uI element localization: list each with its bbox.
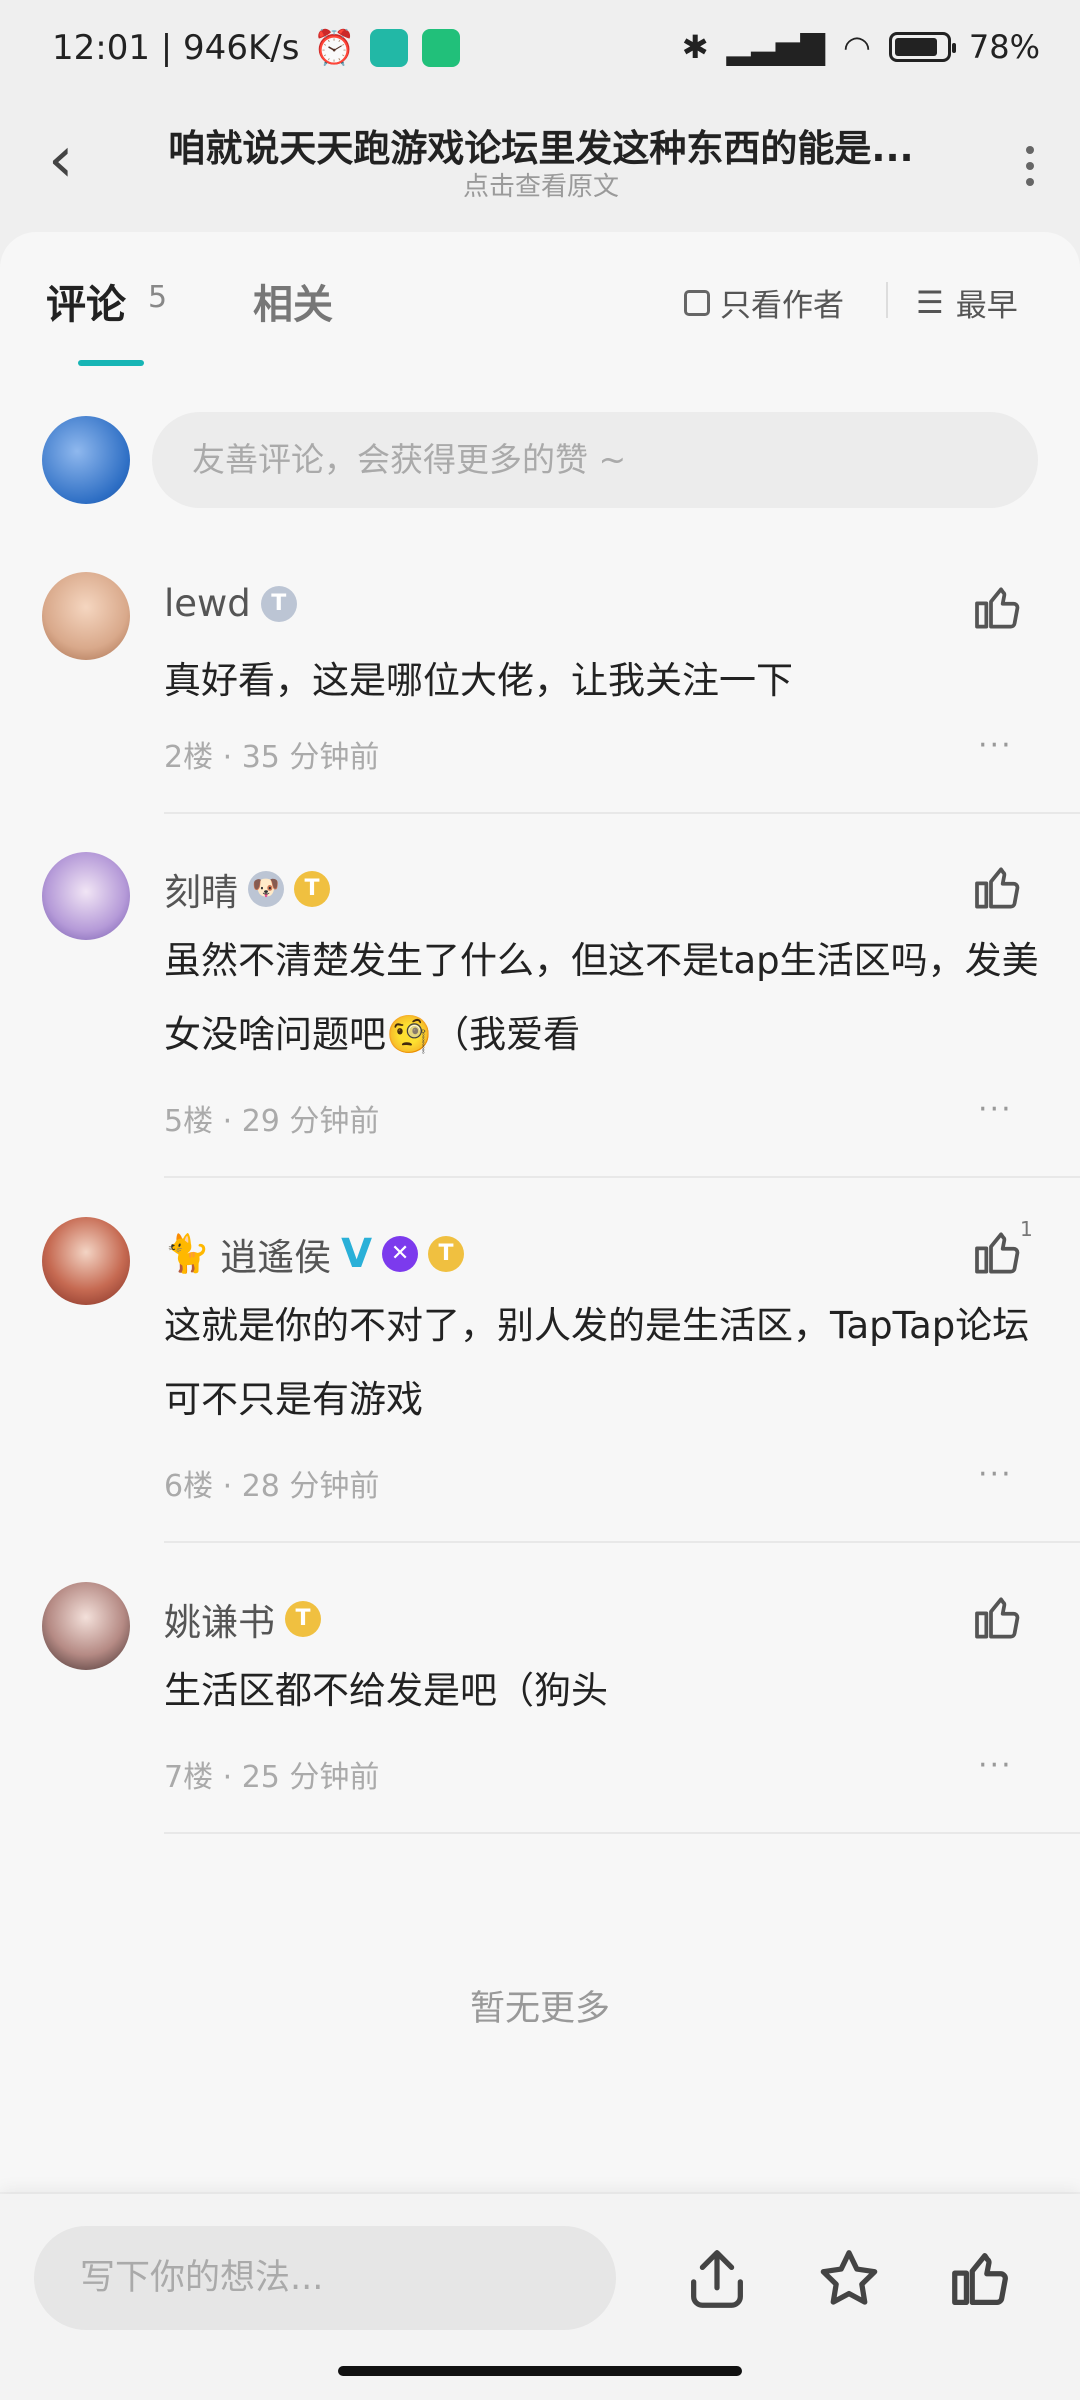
- level-badge-icon: T: [294, 871, 330, 907]
- author-only-label: 只看作者: [720, 288, 844, 324]
- post-title[interactable]: 咱就说天天跑游戏论坛里发这种东西的能是...: [146, 118, 936, 172]
- share-icon[interactable]: [682, 2244, 752, 2314]
- sort-label: 最早: [955, 288, 1018, 324]
- write-thoughts-input[interactable]: 写下你的想法...: [34, 2226, 616, 2330]
- level-badge-icon: T: [428, 1236, 465, 1272]
- floor-number: 5楼: [164, 1104, 214, 1139]
- level-badge-icon: T: [285, 1601, 321, 1637]
- status-bar: 12:01 | 946K/s ⏰ ✱ ▂▃▅▇ ◠ 78%: [0, 0, 1080, 100]
- avatar[interactable]: [42, 1582, 130, 1670]
- more-dots-icon[interactable]: ···: [978, 1457, 1013, 1492]
- view-original-link[interactable]: 点击查看原文: [146, 166, 936, 203]
- divider: [164, 812, 1080, 814]
- app-notification-icon: [369, 29, 408, 67]
- username[interactable]: 逍遙侯: [220, 1227, 331, 1281]
- like-icon[interactable]: [970, 580, 1026, 636]
- back-arrow-icon[interactable]: ‹: [48, 128, 98, 192]
- level-badge-icon: T: [260, 585, 297, 622]
- favorite-star-icon[interactable]: [814, 2244, 884, 2314]
- sort-icon: ☰: [916, 284, 944, 321]
- comment-time: 28 分钟前: [241, 1469, 380, 1504]
- username[interactable]: 姚谦书: [164, 1592, 275, 1646]
- alarm-icon: ⏰: [313, 28, 356, 68]
- like-icon[interactable]: [946, 2244, 1016, 2314]
- comment-text: 真好看，这是哪位大佬，让我关注一下: [164, 659, 793, 702]
- wifi-icon: ◠: [842, 28, 871, 66]
- username[interactable]: 刻晴: [164, 862, 238, 916]
- author-only-toggle[interactable]: 只看作者: [684, 280, 844, 325]
- emblem-icon: ✕: [382, 1236, 419, 1272]
- comment-text: 这就是你的不对了，别人发的是生活区，TapTap论坛可不只是有游戏: [164, 1304, 1030, 1421]
- more-dots-icon[interactable]: ···: [978, 728, 1013, 763]
- like-icon[interactable]: [970, 1225, 1026, 1281]
- like-icon[interactable]: [970, 860, 1026, 916]
- signal-icon: ▂▃▅▇: [726, 28, 825, 66]
- comments-panel: 评论 5 相关 只看作者 ☰ 最早 友善评论，会获得更多的赞 ~ lewd T …: [0, 232, 1080, 2192]
- floor-number: 6楼: [164, 1469, 214, 1504]
- tab-related[interactable]: 相关: [253, 272, 333, 330]
- avatar[interactable]: [42, 416, 130, 504]
- avatar[interactable]: [42, 1217, 130, 1305]
- comment-composer: 友善评论，会获得更多的赞 ~: [42, 412, 1042, 508]
- like-count: 1: [1020, 1217, 1033, 1241]
- security-notification-icon: [421, 29, 460, 67]
- comment-input[interactable]: 友善评论，会获得更多的赞 ~: [152, 412, 1038, 508]
- comment-time: 25 分钟前: [241, 1760, 380, 1795]
- home-indicator[interactable]: [338, 2366, 742, 2376]
- avatar[interactable]: [42, 852, 130, 940]
- divider: [164, 1832, 1080, 1834]
- sort-toggle[interactable]: ☰ 最早: [916, 280, 1018, 325]
- checkbox-icon: [684, 289, 710, 316]
- battery-percent: 78%: [968, 28, 1040, 66]
- floor-number: 2楼: [164, 740, 214, 775]
- like-icon[interactable]: [970, 1590, 1026, 1646]
- more-dots-icon[interactable]: ···: [978, 1748, 1013, 1783]
- bluetooth-icon: ✱: [681, 28, 709, 66]
- avatar[interactable]: [42, 572, 130, 660]
- battery-icon: [888, 32, 956, 62]
- bottom-action-bar: 写下你的想法...: [0, 2194, 1080, 2400]
- dog-emblem-icon: 🐶: [248, 871, 284, 907]
- clock-and-speed: 12:01 | 946K/s: [52, 28, 300, 68]
- username[interactable]: lewd: [164, 582, 251, 625]
- comment-count: 5: [148, 280, 168, 315]
- top-header: ‹ 咱就说天天跑游戏论坛里发这种东西的能是... 点击查看原文: [0, 100, 1080, 240]
- divider: [886, 282, 888, 318]
- divider: [164, 1541, 1080, 1543]
- more-dots-icon[interactable]: ···: [978, 1092, 1013, 1127]
- tab-comments[interactable]: 评论: [46, 272, 126, 330]
- floor-number: 7楼: [164, 1760, 214, 1795]
- cat-emoji-icon: 🐈: [164, 1232, 211, 1275]
- tab-bar: 评论 5 相关 只看作者 ☰ 最早: [0, 232, 1080, 372]
- no-more-text: 暂无更多: [469, 1989, 610, 2029]
- comment-text: 虽然不清楚发生了什么，但这不是tap生活区吗，发美女没啥问题吧🧐（我爱看: [164, 939, 1039, 1056]
- comment-time: 35 分钟前: [241, 740, 380, 775]
- divider: [164, 1176, 1080, 1178]
- more-options-icon[interactable]: [1010, 138, 1050, 198]
- comment-text: 生活区都不给发是吧（狗头: [164, 1669, 608, 1712]
- comment-time: 29 分钟前: [241, 1104, 380, 1139]
- verified-icon: V: [341, 1231, 373, 1277]
- active-tab-indicator: [78, 360, 144, 366]
